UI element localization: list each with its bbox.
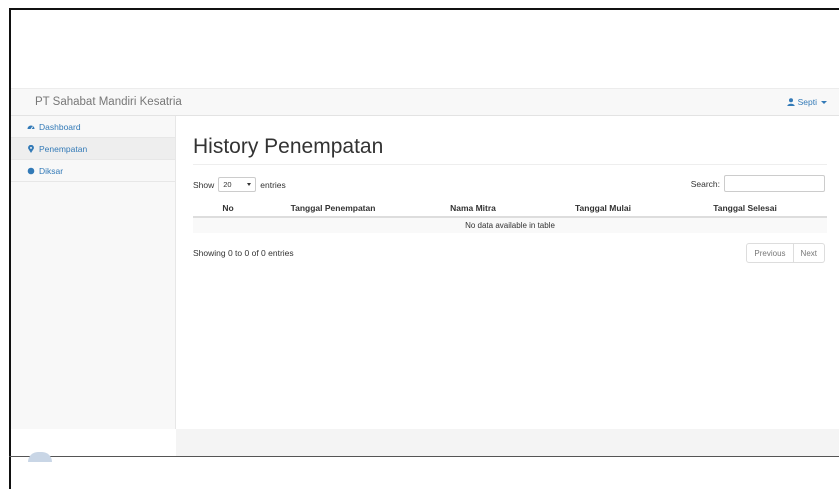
title-divider [193,164,827,165]
circle-icon [27,167,35,175]
sidebar-item-dashboard[interactable]: Dashboard [11,116,175,138]
table-header-row: No Tanggal Penempatan Nama Mitra Tanggal… [193,200,827,218]
user-menu-dropdown[interactable]: Septi [786,97,827,107]
sidebar-item-label: Penempatan [39,143,88,154]
map-marker-icon [27,144,35,153]
column-header-tanggal-penempatan[interactable]: Tanggal Penempatan [263,200,403,218]
content-footer-strip [176,429,839,456]
previous-page-button[interactable]: Previous [746,243,794,263]
page-length-control: Show 20 entries [193,177,286,192]
brand-title[interactable]: PT Sahabat Mandiri Kesatria [35,96,182,108]
column-header-nama-mitra[interactable]: Nama Mitra [403,200,543,218]
page-title: History Penempatan [193,135,384,158]
sidebar: Dashboard Penempatan Diksar [11,116,176,429]
search-label: Search: [690,178,720,189]
sidebar-item-penempatan[interactable]: Penempatan [11,138,175,160]
show-label: Show [193,179,215,190]
sidebar-item-label: Diksar [39,165,64,176]
top-navbar: PT Sahabat Mandiri Kesatria Septi [11,88,839,116]
frame-top-border [9,8,839,10]
frame-bottom-border [9,456,839,457]
next-page-button[interactable]: Next [793,243,825,263]
sidebar-item-label: Dashboard [39,121,81,132]
table-search: Search: [691,175,825,192]
table-info: Showing 0 to 0 of 0 entries [193,248,294,258]
main-content: History Penempatan Show 20 entries Searc… [176,116,839,429]
empty-table-message: No data available in table [193,217,827,233]
page-length-select[interactable]: 20 [218,177,257,192]
user-icon [786,98,795,106]
column-header-tanggal-selesai[interactable]: Tanggal Selesai [663,200,827,218]
chevron-down-icon [247,183,252,186]
column-header-no[interactable]: No [193,200,263,218]
entries-label: entries [260,179,286,190]
table-row: No data available in table [193,217,827,233]
dashboard-icon [27,123,35,131]
page-length-value: 20 [223,180,232,189]
history-table: No Tanggal Penempatan Nama Mitra Tanggal… [193,200,827,233]
user-name: Septi [797,97,817,107]
column-header-tanggal-mulai[interactable]: Tanggal Mulai [543,200,663,218]
caret-down-icon [821,100,827,104]
pagination: Previous Next [746,243,825,263]
sidebar-item-diksar[interactable]: Diksar [11,160,175,182]
bottom-badge [28,452,52,462]
search-input[interactable] [724,175,825,192]
